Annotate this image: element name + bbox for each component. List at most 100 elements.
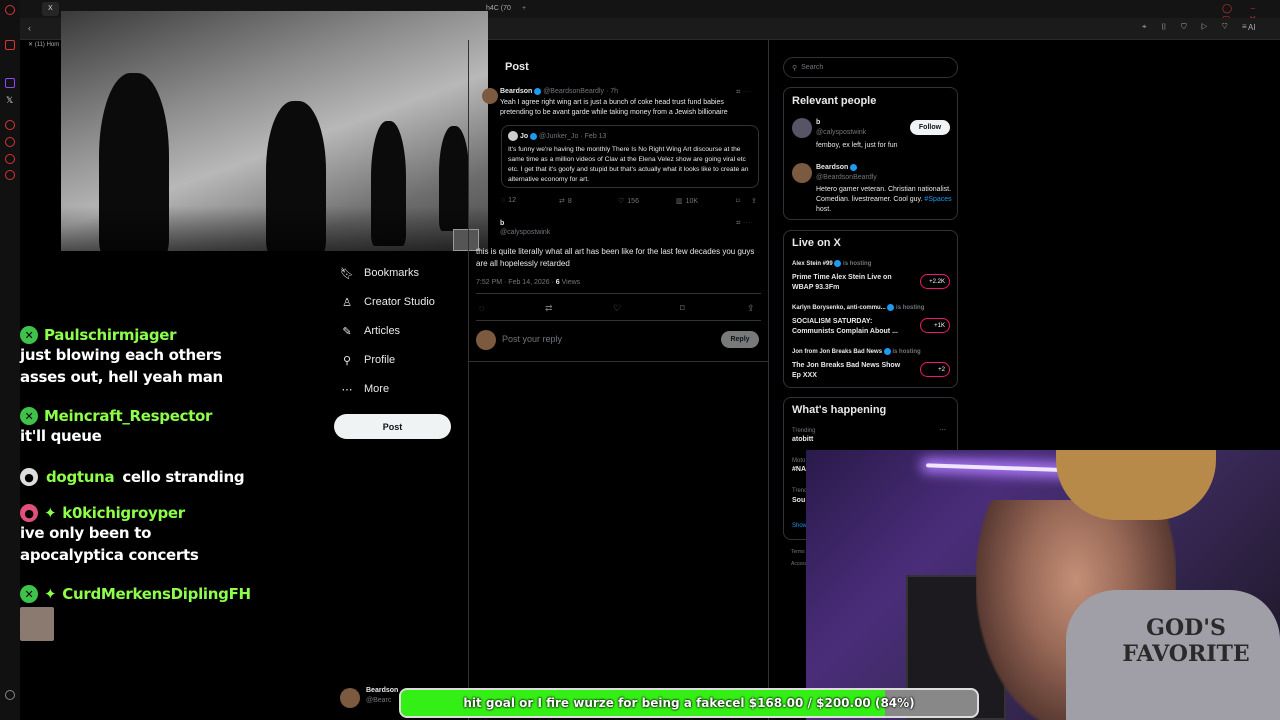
x-badge-icon: ✕ <box>20 407 38 425</box>
tab-home[interactable]: ✕ (11) Hom <box>28 38 59 52</box>
quote-tweet[interactable]: Jo @Junker_Jo · Feb 13 It's funny we're … <box>501 125 759 188</box>
person-name[interactable]: Beardson <box>816 163 858 173</box>
share-button[interactable]: ⇪ <box>751 197 757 205</box>
account-handle: @Bearc <box>366 697 392 704</box>
live-listeners-pill[interactable]: +2.2K <box>920 274 950 289</box>
chat-message: ✕ ✦ CurdMerkensDiplingFH <box>20 585 320 641</box>
reply-button[interactable]: ◌ <box>479 303 484 313</box>
x-badge-icon: ✕ <box>20 326 38 344</box>
sidebar-app-icon[interactable] <box>5 40 15 50</box>
avatar <box>340 688 360 708</box>
live-listeners-pill[interactable]: +1K <box>920 318 950 333</box>
sidebar-icon-2[interactable] <box>5 137 15 147</box>
bookmark-button[interactable]: ⌑ <box>680 303 685 314</box>
trend-name[interactable]: atobitt <box>792 435 813 445</box>
live-on-x-card: Live on X Alex Stein #99 is hosting Prim… <box>783 230 958 388</box>
reply-icon: ◌ <box>479 303 485 313</box>
verified-icon <box>534 87 542 95</box>
tweet-text: Yeah I agree right wing art is just a bu… <box>500 99 728 116</box>
x-icon[interactable]: 𝕏 <box>6 95 13 106</box>
search-icon: ⚲ <box>792 64 798 72</box>
back-icon[interactable]: ‹ <box>28 23 31 33</box>
opera-icon[interactable] <box>5 5 15 15</box>
repost-button[interactable]: ⇄ <box>545 303 553 314</box>
chat-username: Meincraft_Respector <box>44 407 213 425</box>
nav-articles[interactable]: ✎ Articles <box>340 321 400 341</box>
goal-progress-bar: hit goal or I fire wurze for being a fak… <box>399 688 979 718</box>
search-input[interactable]: ⚲ Search <box>783 57 958 78</box>
new-tab-button[interactable]: + <box>522 2 526 16</box>
nav-creator-studio[interactable]: ♙ Creator Studio <box>340 292 435 312</box>
avatar <box>482 88 498 104</box>
nav-profile[interactable]: ⚲ Profile <box>340 350 395 370</box>
sidebar-icon-1[interactable] <box>5 120 15 130</box>
sidebar-icon-4[interactable] <box>5 170 15 180</box>
reply-icon: ◌ <box>501 197 506 204</box>
chat-username: k0kichigroyper <box>62 504 185 522</box>
trend-name[interactable]: #NA <box>792 465 806 475</box>
trend-menu-icon[interactable]: ⋯ <box>939 426 946 436</box>
toolbar-icons[interactable]: ⌖ ▯ ⛉ ▷ ♡ ≡ <box>1142 22 1253 32</box>
webcam-overlay: GOD'S FAVORITE <box>806 450 1280 720</box>
person-handle: @BeardsonBeardly <box>816 174 877 181</box>
reply-button[interactable]: ◌ 12 <box>501 197 516 204</box>
trend-name[interactable]: Sou <box>792 496 805 506</box>
tweet-menu-icon[interactable]: ⌗ ⋯ <box>736 87 751 97</box>
avatar <box>508 131 518 141</box>
live-title[interactable]: SOCIALISM SATURDAY: Communists Complain … <box>792 317 910 337</box>
chat-message: ✕ Meincraft_Respector it'll queue <box>20 407 320 447</box>
tweet-meta: 7:52 PM · Feb 14, 2026 · 6 Views <box>476 279 581 286</box>
live-title[interactable]: The Jon Breaks Bad News Show Ep XXX <box>792 361 910 381</box>
chat-username: Paulschirmjager <box>44 326 177 344</box>
follow-button[interactable]: Follow <box>910 120 950 135</box>
quote-author: Jo <box>519 132 529 140</box>
heart-icon: ♡ <box>618 198 625 205</box>
divider <box>476 320 761 321</box>
quote-header: Jo @Junker_Jo · Feb 13 <box>508 131 606 142</box>
terms-link[interactable]: Terms <box>791 547 805 557</box>
tweet-author[interactable]: b <box>500 220 504 227</box>
share-button[interactable]: ⇪ <box>747 303 755 314</box>
account-switcher[interactable]: Beardson @Bearc <box>340 687 400 711</box>
settings-icon[interactable] <box>5 690 15 700</box>
tweet-author[interactable]: Beardson <box>500 88 532 95</box>
card-title: Relevant people <box>792 95 877 107</box>
profile-icon: ⚲ <box>342 354 352 367</box>
tab-4chan[interactable]: h4C (70 <box>486 2 511 16</box>
avatar[interactable] <box>792 163 812 183</box>
ai-button[interactable]: AI <box>1248 23 1256 32</box>
post-button[interactable]: Post <box>334 414 451 439</box>
nav-bookmarks[interactable]: 🔖︎ Bookmarks <box>340 263 419 283</box>
share-icon: ⇪ <box>747 303 755 313</box>
nav-more[interactable]: ⋯ More <box>340 379 390 399</box>
quote-handle: @Junker_Jo · Feb 13 <box>539 132 607 140</box>
sidebar-icon-3[interactable] <box>5 154 15 164</box>
bookmark-button[interactable]: ⌑ <box>736 197 740 205</box>
person-bio: Hetero gamer veteran. Christian national… <box>816 186 952 213</box>
show-more-link[interactable]: Show <box>792 521 807 531</box>
person-name[interactable]: b <box>816 118 820 128</box>
chat-username: dogtuna <box>46 468 115 486</box>
chat-text: ive only been to apocalyptica concerts <box>20 524 199 564</box>
like-button[interactable]: ♡ 156 <box>618 197 639 206</box>
accessibility-link[interactable]: Access <box>791 559 807 569</box>
browser-sidebar: 𝕏 <box>0 0 20 720</box>
tweet-menu-icon[interactable]: ⌗ ⋯ <box>736 218 751 228</box>
live-host: Karlyn Borysenko, anti-commu... is hosti… <box>792 304 925 312</box>
repost-button[interactable]: ⇄ 8 <box>559 197 572 206</box>
chat-emote-image <box>20 607 54 641</box>
live-title[interactable]: Prime Time Alex Stein Live on WBAP 93.3F… <box>792 273 907 293</box>
tab-x[interactable]: X <box>42 2 59 16</box>
bookmark-icon: ⌑ <box>680 303 685 313</box>
chart-icon: ▥ <box>676 198 683 205</box>
chat-message: ● ✦ k0kichigroyper ive only been to apocal… <box>20 504 320 566</box>
live-listeners-pill[interactable]: +2 <box>920 362 950 377</box>
user-avatar-icon: ● <box>20 468 38 486</box>
avatar[interactable] <box>792 118 812 138</box>
twitch-icon[interactable] <box>5 78 15 88</box>
reply-button-submit[interactable]: Reply <box>721 331 759 348</box>
reply-input[interactable]: Post your reply <box>502 334 562 344</box>
views-button[interactable]: ▥ 10K <box>676 197 698 206</box>
tweet-header: Beardson @BeardsonBeardly · 7h <box>500 87 760 97</box>
like-button[interactable]: ♡ <box>613 303 621 314</box>
